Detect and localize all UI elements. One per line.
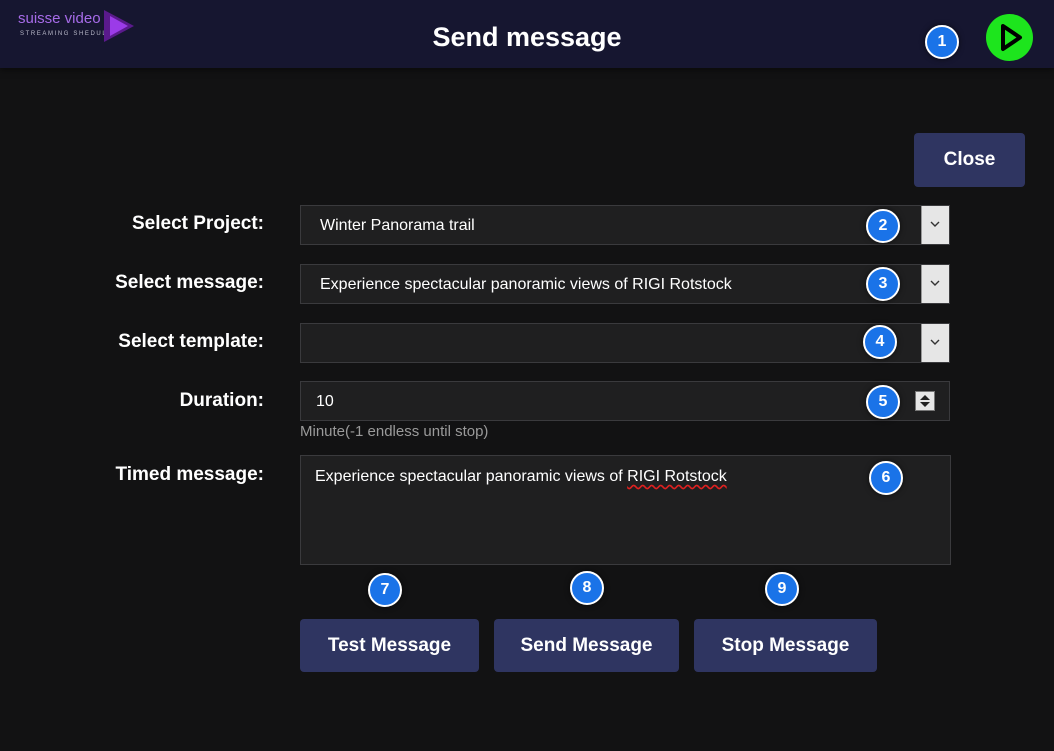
send-message-button[interactable]: Send Message xyxy=(494,619,679,672)
play-button[interactable] xyxy=(986,14,1033,61)
step-badge-5: 5 xyxy=(866,385,900,419)
duration-stepper[interactable] xyxy=(915,391,935,411)
timed-message-text: Experience spectacular panoramic views o… xyxy=(315,468,727,486)
timed-message-textarea[interactable]: Experience spectacular panoramic views o… xyxy=(300,455,951,565)
message-select-value: Experience spectacular panoramic views o… xyxy=(320,276,732,293)
duration-hint: Minute(-1 endless until stop) xyxy=(300,423,489,440)
chevron-down-icon xyxy=(930,339,940,345)
message-select[interactable]: Experience spectacular panoramic views o… xyxy=(300,264,950,304)
step-badge-8: 8 xyxy=(570,571,604,605)
template-label: Select template: xyxy=(118,331,264,352)
step-badge-1: 1 xyxy=(925,25,959,59)
project-select-value: Winter Panorama trail xyxy=(320,217,475,234)
duration-input[interactable]: 10 xyxy=(300,381,950,421)
message-label: Select message: xyxy=(115,272,264,293)
step-badge-4: 4 xyxy=(863,325,897,359)
step-badge-6: 6 xyxy=(869,461,903,495)
stepper-arrows-icon xyxy=(920,395,930,407)
spellcheck-highlight: RIGI Rotstock xyxy=(627,468,727,485)
duration-input-value: 10 xyxy=(316,393,334,410)
project-select[interactable]: Winter Panorama trail xyxy=(300,205,950,245)
stop-message-button[interactable]: Stop Message xyxy=(694,619,877,672)
page-title: Send message xyxy=(432,22,622,52)
test-message-button[interactable]: Test Message xyxy=(300,619,479,672)
project-dropdown-toggle[interactable] xyxy=(921,206,949,244)
timed-message-label: Timed message: xyxy=(115,464,264,485)
project-label: Select Project: xyxy=(132,213,264,234)
message-dropdown-toggle[interactable] xyxy=(921,265,949,303)
close-button[interactable]: Close xyxy=(914,133,1025,187)
duration-label: Duration: xyxy=(179,390,264,411)
chevron-down-icon xyxy=(930,221,940,227)
app-header: suisse video STREAMING SHEDULER Send mes… xyxy=(0,0,1054,68)
play-icon xyxy=(1001,24,1022,51)
step-badge-9: 9 xyxy=(765,572,799,606)
template-select[interactable] xyxy=(300,323,950,363)
step-badge-7: 7 xyxy=(368,573,402,607)
step-badge-2: 2 xyxy=(866,209,900,243)
chevron-down-icon xyxy=(930,280,940,286)
timed-message-text-main: Experience spectacular panoramic views o… xyxy=(315,468,628,485)
template-dropdown-toggle[interactable] xyxy=(921,324,949,362)
step-badge-3: 3 xyxy=(866,267,900,301)
